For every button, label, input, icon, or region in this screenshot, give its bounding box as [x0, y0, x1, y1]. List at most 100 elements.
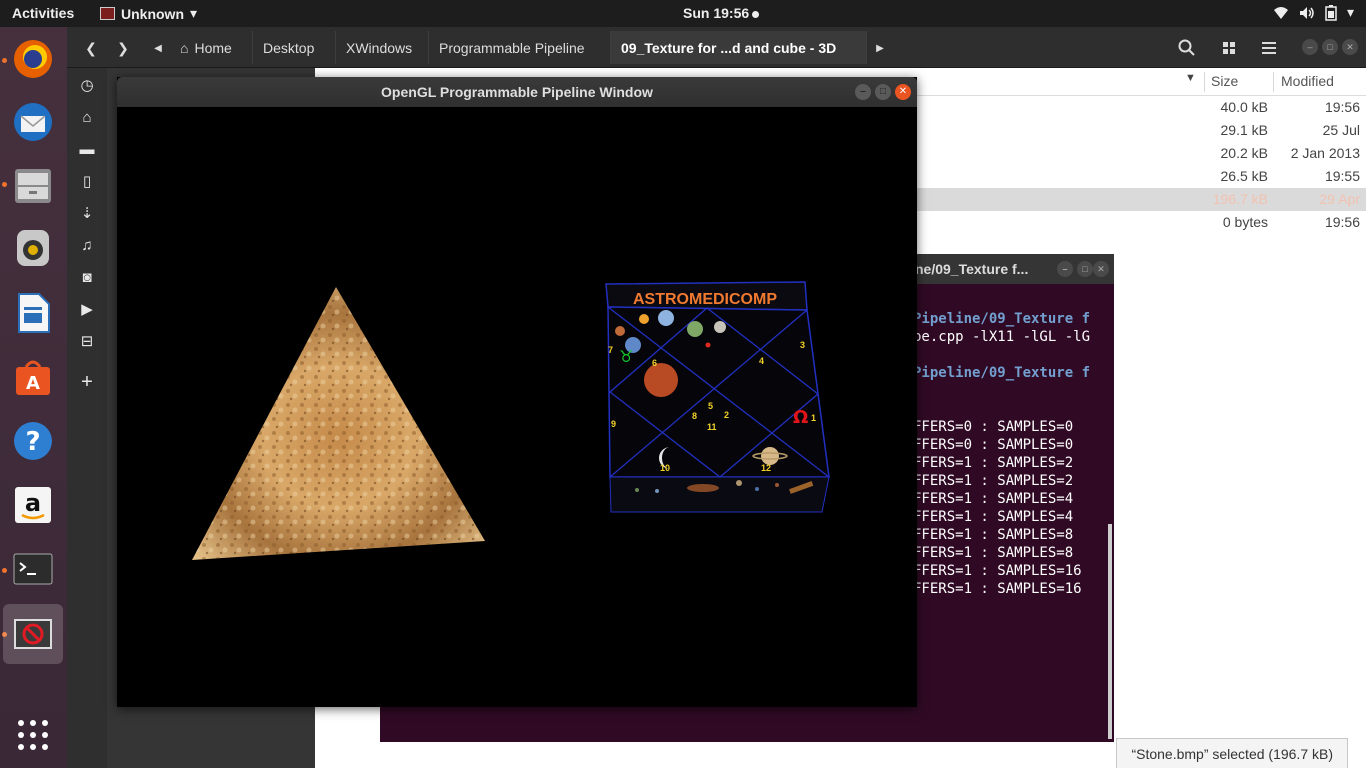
terminal-scrollbar[interactable] — [1108, 524, 1112, 739]
stone-textured-triangle — [192, 287, 485, 560]
breadcrumb-xwindows[interactable]: XWindows — [336, 31, 429, 64]
places-sidebar-collapsed: ◷ ⌂ ▬ ▯ ⇣ ♫ ◙ ▶ ⊟ + — [67, 68, 107, 768]
amazon-icon[interactable]: a — [8, 480, 58, 530]
house-number: 11 — [707, 422, 717, 432]
breadcrumb-label: 09_Texture for ...d and cube - 3D — [621, 39, 837, 56]
file-size: 196.7 kB — [1212, 191, 1268, 207]
writer-icon[interactable] — [8, 288, 58, 338]
size-column-header[interactable]: Size — [1211, 73, 1238, 89]
home-icon[interactable]: ⌂ — [75, 106, 99, 130]
terminal-line: FFERS=1 : SAMPLES=2 — [913, 455, 1074, 471]
breadcrumb-current-folder[interactable]: 09_Texture for ...d and cube - 3D — [611, 31, 867, 64]
chevron-down-icon[interactable]: ▼ — [1185, 72, 1196, 84]
show-apps-icon[interactable] — [8, 710, 58, 760]
music-icon[interactable]: ♫ — [75, 234, 99, 258]
camera-icon[interactable]: ◙ — [75, 266, 99, 290]
search-icon[interactable] — [1177, 34, 1197, 62]
breadcrumb-home[interactable]: ⌂ Home — [170, 31, 253, 64]
cube-label-text: ASTROMEDICOMP — [633, 291, 777, 308]
opengl-titlebar[interactable]: OpenGL Programmable Pipeline Window – □ … — [117, 77, 917, 107]
app-menu[interactable]: Unknown ▾ — [100, 5, 197, 22]
house-number: 4 — [759, 356, 764, 366]
terminal-icon[interactable] — [8, 544, 58, 594]
house-number: 7 — [608, 345, 613, 355]
trash-icon[interactable]: ⊟ — [75, 330, 99, 354]
documents-icon[interactable]: ▯ — [75, 170, 99, 194]
file-modified: 2 Jan 2013 — [1290, 145, 1360, 161]
file-modified: 19:55 — [1324, 168, 1360, 184]
running-indicator — [2, 182, 7, 187]
breadcrumb-label: Programmable Pipeline — [439, 39, 585, 56]
minimize-icon[interactable]: – — [855, 84, 871, 100]
maximize-icon[interactable]: □ — [1322, 39, 1338, 55]
breadcrumb-desktop[interactable]: Desktop — [253, 31, 336, 64]
house-number: 1 — [811, 413, 816, 423]
close-icon[interactable]: ✕ — [895, 84, 911, 100]
hamburger-menu-icon[interactable] — [1259, 34, 1279, 62]
wifi-icon — [1273, 6, 1288, 19]
breadcrumb-label: Desktop — [263, 39, 315, 56]
opengl-canvas[interactable]: ASTROMEDICOMP ♉ Ω 1 2 3 4 5 6 7 8 9 10 1… — [117, 107, 917, 707]
breadcrumb-label: XWindows — [346, 39, 413, 56]
downloads-icon[interactable]: ⇣ — [75, 202, 99, 226]
files-icon[interactable] — [8, 160, 58, 210]
terminal-line: FFERS=1 : SAMPLES=8 — [913, 545, 1074, 561]
notification-dot-icon — [752, 10, 760, 18]
maximize-icon[interactable]: □ — [1077, 261, 1093, 277]
house-number: 2 — [724, 410, 729, 420]
minimize-icon[interactable]: – — [1302, 39, 1318, 55]
file-modified: 25 Jul — [1322, 122, 1360, 138]
maximize-icon[interactable]: □ — [875, 84, 891, 100]
close-icon[interactable]: ✕ — [1342, 39, 1358, 55]
opengl-app-icon[interactable] — [3, 604, 63, 664]
column-separator — [1273, 72, 1274, 92]
terminal-title: ne/09_Texture f... — [915, 261, 1029, 277]
file-modified: 19:56 — [1324, 214, 1360, 230]
svg-text:A: A — [26, 373, 40, 394]
recent-icon[interactable]: ◷ — [75, 74, 99, 98]
svg-text:?: ? — [25, 427, 40, 457]
house-number: 6 — [652, 358, 657, 368]
activities-button[interactable]: Activities — [12, 5, 74, 21]
back-icon[interactable]: ❮ — [79, 34, 103, 62]
terminal-line: FFERS=1 : SAMPLES=4 — [913, 509, 1074, 525]
volume-icon — [1299, 6, 1314, 19]
rhythmbox-icon[interactable] — [8, 223, 58, 273]
folder-icon[interactable]: ▬ — [75, 138, 99, 162]
home-icon: ⌂ — [180, 39, 189, 56]
terminal-line: FFERS=1 : SAMPLES=8 — [913, 527, 1074, 543]
terminal-line: Pipeline/09_Texture f — [913, 311, 1091, 327]
battery-icon — [1325, 4, 1337, 21]
column-separator — [1204, 72, 1205, 92]
terminal-line: be.cpp -lX11 -lGL -lG — [913, 329, 1091, 345]
opengl-window: OpenGL Programmable Pipeline Window – □ … — [117, 77, 917, 707]
grid-view-icon[interactable] — [1219, 34, 1239, 62]
breadcrumb-programmable-pipeline[interactable]: Programmable Pipeline — [429, 31, 611, 64]
system-tray[interactable]: ▾ — [1273, 4, 1354, 21]
astro-textured-cube: ASTROMEDICOMP ♉ Ω 1 2 3 4 5 6 7 8 9 10 1… — [605, 281, 830, 513]
minimize-icon[interactable]: – — [1057, 261, 1073, 277]
help-icon[interactable]: ? — [8, 416, 58, 466]
opengl-window-title: OpenGL Programmable Pipeline Window — [381, 84, 653, 100]
dock: A ? a — [0, 27, 67, 768]
file-size: 0 bytes — [1222, 214, 1268, 230]
terminal-line: FFERS=0 : SAMPLES=0 — [913, 437, 1074, 453]
modified-column-header[interactable]: Modified — [1281, 73, 1334, 89]
clock[interactable]: Sun 19:56 — [683, 5, 760, 21]
terminal-line: FFERS=0 : SAMPLES=0 — [913, 419, 1074, 435]
forward-icon[interactable]: ❯ — [111, 34, 135, 62]
firefox-icon[interactable] — [8, 34, 58, 84]
file-modified: 19:56 — [1324, 99, 1360, 115]
app-menu-label: Unknown — [121, 5, 184, 22]
add-location-icon[interactable]: + — [75, 370, 99, 394]
app-icon — [100, 7, 115, 20]
close-icon[interactable]: ✕ — [1093, 261, 1109, 277]
file-size: 26.5 kB — [1220, 168, 1268, 184]
software-icon[interactable]: A — [8, 352, 58, 402]
chevron-down-icon: ▾ — [190, 5, 198, 21]
breadcrumb-scroll-right-icon[interactable]: ▶ — [871, 34, 889, 62]
breadcrumb-scroll-left-icon[interactable]: ◀ — [151, 34, 165, 62]
videos-icon[interactable]: ▶ — [75, 298, 99, 322]
thunderbird-icon[interactable] — [8, 97, 58, 147]
svg-text:a: a — [25, 489, 41, 517]
